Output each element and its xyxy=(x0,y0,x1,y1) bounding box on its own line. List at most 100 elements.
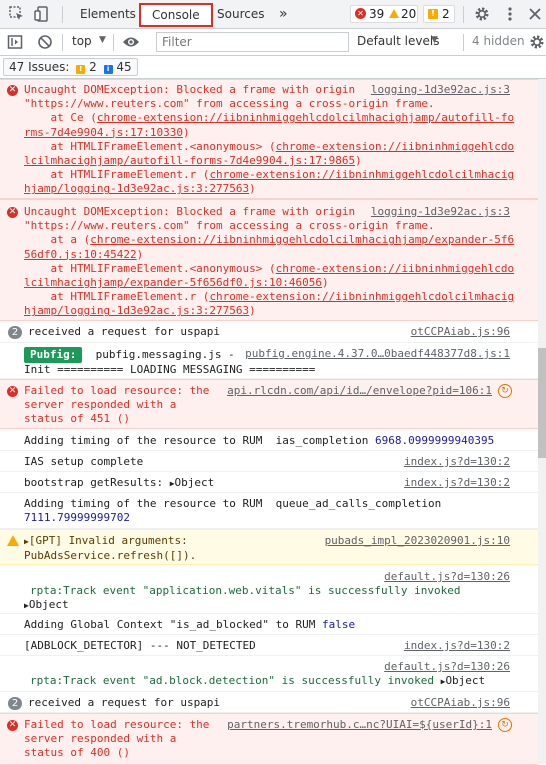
console-log: ✕ logging-1d3e92ac.js:3 Uncaught DOMExce… xyxy=(0,79,538,765)
stack-link[interactable]: lcilmhacighjamp/autofill-forms-7d4e9904.… xyxy=(24,154,355,167)
scrollbar-track[interactable] xyxy=(538,79,546,764)
stack-text: ) xyxy=(136,247,144,261)
source-link[interactable]: default.js?d=130:26 xyxy=(384,660,510,673)
log-levels-dropdown[interactable]: Default levels xyxy=(357,34,439,48)
console-log-message: 2 otCCPAiab.js:96 received a request for… xyxy=(0,692,538,713)
issues-count: 2 xyxy=(442,7,450,21)
stack-link[interactable]: rms-7d4e9904.js:17:10330 xyxy=(24,126,183,139)
stack-link[interactable]: chrome-extension://iibninhmiggehlcdolcil… xyxy=(209,290,514,303)
clear-console-icon[interactable] xyxy=(37,34,53,50)
issues-bar: 47 Issues: ! 2 i 45 xyxy=(0,56,546,79)
stack-frame: at Ce (chrome-extension://iibninhmiggehl… xyxy=(24,111,532,125)
log-text: rpta:Track event "ad.block.detection" is… xyxy=(30,674,434,688)
divider xyxy=(62,34,63,51)
network-request-icon[interactable]: ↻ xyxy=(498,718,512,732)
source-link[interactable]: partners.tremorhub.c…nc?UIAI=${userId}:1 xyxy=(227,718,492,731)
devtools-tab-bar: Elements Console Sources » ✕ 39 20 ! 2 xyxy=(0,0,546,29)
source-link[interactable]: index.js?d=130:2 xyxy=(404,476,510,489)
sidebar-toggle-icon[interactable] xyxy=(7,34,23,50)
number-value: 7111.79999999702 xyxy=(24,511,130,525)
source-link[interactable]: index.js?d=130:2 xyxy=(404,639,510,652)
stack-link[interactable]: hjamp/logging-1d3e92ac.js:3:277563 xyxy=(24,304,249,317)
more-tabs-button[interactable]: » xyxy=(279,0,288,28)
close-icon[interactable] xyxy=(527,6,543,22)
pubfig-badge: Pubfig: xyxy=(24,347,83,364)
stack-frame: lcilmhacighjamp/expander-5f656df0.js:10:… xyxy=(24,276,532,290)
stack-link[interactable]: chrome-extension://iibninhmiggehlcdolcil… xyxy=(90,233,514,246)
warning-issue-icon: ! xyxy=(76,65,86,74)
stack-link[interactable]: chrome-extension://iibninhmiggehlcdo xyxy=(276,140,514,153)
issue-icon: ! xyxy=(428,9,438,19)
repeat-count-badge: 2 xyxy=(8,326,22,339)
tab-elements[interactable]: Elements xyxy=(80,0,136,28)
tab-sources[interactable]: Sources xyxy=(217,0,264,28)
console-warning-message: pubads_impl_2023020901.js:10 ▶[GPT] Inva… xyxy=(0,529,538,565)
stack-frame: at HTMLIFrameElement.r (chrome-extension… xyxy=(24,290,532,304)
log-text: Init ========== LOADING MESSAGING ======… xyxy=(24,363,316,377)
live-expression-eye-icon[interactable] xyxy=(122,35,140,49)
chevron-down-icon[interactable]: ▼ xyxy=(99,35,106,45)
source-link[interactable]: pubfig.engine.4.37.0…0baedf448377d8.js:1 xyxy=(245,347,510,360)
stack-link[interactable]: chrome-extension://iibninhmiggehlcdo xyxy=(276,262,514,275)
tab-console[interactable]: Console xyxy=(139,3,213,27)
stack-text: at HTMLIFrameElement.r ( xyxy=(24,168,210,182)
source-link[interactable]: logging-1d3e92ac.js:3 xyxy=(371,205,510,218)
stack-frame: rms-7d4e9904.js:17:10330) xyxy=(24,126,532,140)
network-request-icon[interactable]: ↻ xyxy=(498,384,512,398)
log-text: status of 451 () xyxy=(24,412,130,426)
error-warning-counter[interactable]: ✕ 39 20 xyxy=(350,5,418,23)
stack-text: at a ( xyxy=(24,233,91,247)
stack-text: ) xyxy=(182,125,190,139)
device-toolbar-icon[interactable] xyxy=(34,6,50,22)
log-text: Adding timing of the resource to RUM ias… xyxy=(24,434,369,447)
context-selector[interactable]: top xyxy=(72,34,92,48)
more-options-icon[interactable] xyxy=(502,6,518,22)
stack-link[interactable]: chrome-extension://iibninhmiggehlcdolcil… xyxy=(97,111,514,124)
chevron-down-icon[interactable]: ▼ xyxy=(431,35,438,45)
object-preview[interactable]: Object xyxy=(29,598,69,611)
issues-button[interactable]: 47 Issues: ! 2 i 45 xyxy=(3,58,138,76)
log-text: rpta:Track event "ad.block.detection" is… xyxy=(24,674,532,689)
divider xyxy=(62,6,63,23)
object-preview[interactable]: Object xyxy=(445,674,485,687)
divider xyxy=(113,34,114,51)
source-link[interactable]: otCCPAiab.js:96 xyxy=(411,325,510,338)
source-link[interactable]: pubads_impl_2023020901.js:10 xyxy=(325,534,510,547)
log-text: server responded with a xyxy=(24,732,177,746)
stack-link[interactable]: chrome-extension://iibninhmiggehlcdolcil… xyxy=(209,168,514,181)
settings-gear-icon[interactable] xyxy=(474,6,490,22)
issues-label: 47 Issues: xyxy=(9,60,70,74)
object-preview[interactable]: Object xyxy=(175,476,215,489)
issues-warn-count: 2 xyxy=(89,60,97,74)
source-link[interactable]: logging-1d3e92ac.js:3 xyxy=(371,83,510,96)
error-count: 39 xyxy=(369,7,385,21)
source-link[interactable]: default.js?d=130:26 xyxy=(384,570,510,583)
number-value: 6968.0999999940395 xyxy=(375,434,495,447)
stack-text: at HTMLIFrameElement.r ( xyxy=(24,290,210,304)
console-error-message: ✕ logging-1d3e92ac.js:3 Uncaught DOMExce… xyxy=(0,79,538,199)
issues-counter[interactable]: ! 2 xyxy=(423,5,455,23)
error-icon: ✕ xyxy=(7,720,18,731)
warning-icon xyxy=(389,9,399,18)
log-text: PubAdsService.refresh([]). xyxy=(24,549,197,563)
stack-link[interactable]: 56df0.js:10:45422 xyxy=(24,248,137,261)
source-link[interactable]: index.js?d=130:2 xyxy=(404,455,510,468)
inspect-element-icon[interactable] xyxy=(9,6,25,22)
info-issue-icon: i xyxy=(103,65,113,74)
stack-frame: lcilmhacighjamp/autofill-forms-7d4e9904.… xyxy=(24,154,532,168)
stack-link[interactable]: lcilmhacighjamp/expander-5f656df0.js:10:… xyxy=(24,276,322,289)
source-link[interactable]: api.rlcdn.com/api/id…/envelope?pid=106:1 xyxy=(227,384,492,397)
console-log-message: default.js?d=130:26 rpta:Track event "ap… xyxy=(0,565,538,614)
console-toolbar: top ▼ Filter Default levels ▼ 4 hidden xyxy=(0,29,546,56)
source-link-row: default.js?d=130:26 xyxy=(24,660,532,674)
source-link[interactable]: otCCPAiab.js:96 xyxy=(411,696,510,709)
filter-input[interactable]: Filter xyxy=(156,32,349,52)
log-text: Adding Global Context "is_ad_blocked" to… xyxy=(24,618,532,632)
console-error-message: ✕ api.rlcdn.com/api/id…/envelope?pid=106… xyxy=(0,379,538,429)
console-settings-gear-icon[interactable] xyxy=(529,34,545,50)
stack-link[interactable]: hjamp/logging-1d3e92ac.js:3:277563 xyxy=(24,182,249,195)
console-log-message: 2 otCCPAiab.js:96 received a request for… xyxy=(0,321,538,343)
scrollbar-thumb[interactable] xyxy=(538,348,546,458)
stack-text: at Ce ( xyxy=(24,111,97,125)
issues-info-count: 45 xyxy=(116,60,132,74)
